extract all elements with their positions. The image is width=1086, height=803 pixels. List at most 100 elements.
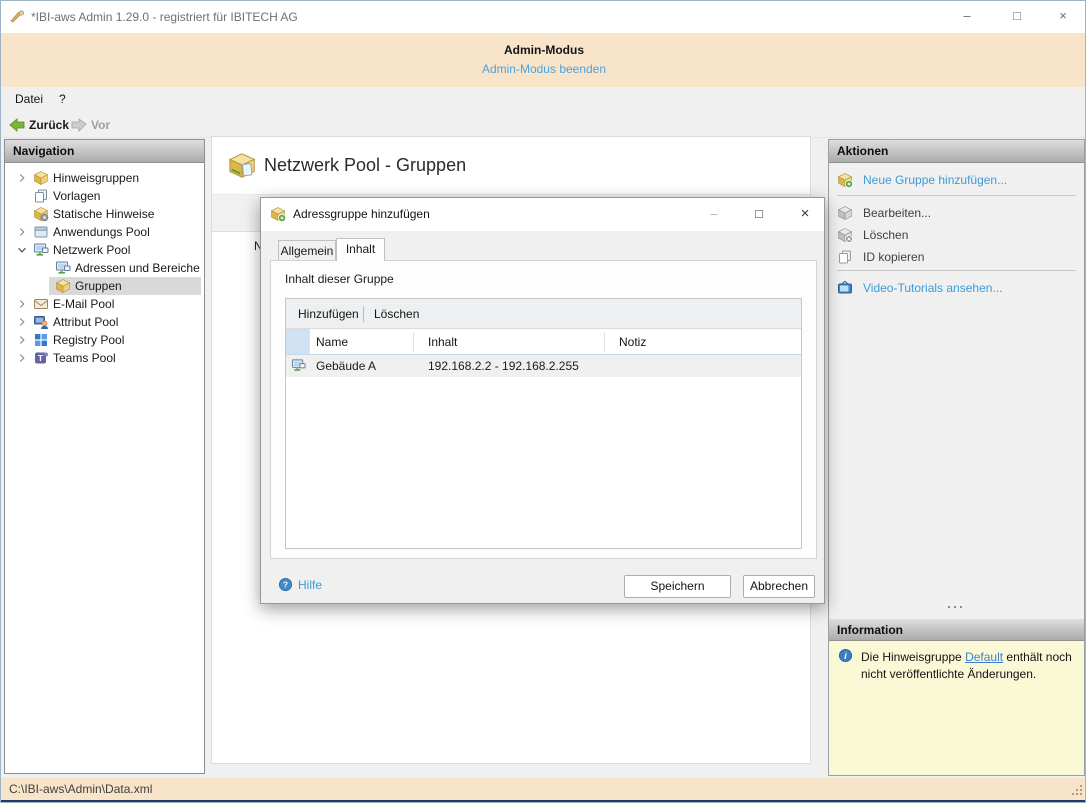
package-icon [55,278,71,294]
action-label: Neue Gruppe hinzufügen... [863,172,1008,187]
dialog-maximize-button[interactable]: □ [742,200,776,228]
chevron-right-icon[interactable] [15,315,29,329]
info-text-before: Die Hinweisgruppe [861,650,966,664]
group-content-list: Hinzufügen Löschen Name Inhalt Notiz Geb… [285,298,802,549]
selection-highlight [49,277,201,295]
dialog-close-button[interactable]: × [788,200,822,228]
page-title: Netzwerk Pool - Gruppen [264,155,467,175]
sidebar-item-gruppen[interactable]: Gruppen [5,277,204,295]
column-header-name[interactable]: Name [316,329,348,355]
action-label: ID kopieren [863,249,925,264]
sidebar-item-hinweisgruppen[interactable]: Hinweisgruppen [5,169,204,187]
list-header-row: Name Inhalt Notiz [286,329,801,355]
registry-grid-icon [33,332,49,348]
close-button[interactable]: × [1040,1,1085,33]
nav-toolbar: Zurück Vor [1,111,1085,138]
toolbar-divider [363,306,364,322]
sidebar-item-label: Attribut Pool [53,315,119,329]
user-computer-icon [33,314,49,330]
menu-datei[interactable]: Datei [9,87,49,111]
sidebar-item-label: Anwendungs Pool [53,225,150,239]
tv-icon [837,280,853,296]
sidebar-item-anwendungs-pool[interactable]: Anwendungs Pool [5,223,204,241]
help-icon [278,577,293,592]
action-new-group[interactable]: Neue Gruppe hinzufügen... [837,168,1007,190]
window-icon [33,224,49,240]
column-divider[interactable] [413,332,414,352]
actions-separator [837,195,1076,196]
navigation-panel: Navigation Hinweisgruppen Vorlagen Stati… [4,139,205,774]
monitor-icon [33,242,49,258]
package-delete-icon [837,227,853,243]
maximize-button[interactable]: □ [994,1,1040,33]
sidebar-item-attribut-pool[interactable]: Attribut Pool [5,313,204,331]
column-divider[interactable] [604,332,605,352]
column-header-inhalt[interactable]: Inhalt [428,329,457,355]
chevron-right-icon[interactable] [15,351,29,365]
teams-icon [33,350,49,366]
sidebar-item-netzwerk-pool[interactable]: Netzwerk Pool [5,241,204,259]
action-video-tutorials[interactable]: Video-Tutorials ansehen... [837,276,1002,298]
forward-arrow-icon [71,117,87,133]
chevron-right-icon[interactable] [15,297,29,311]
action-label: Bearbeiten... [863,205,932,220]
copy-icon [33,188,49,204]
sidebar-item-label: Vorlagen [53,189,101,203]
navigation-header: Navigation [5,140,204,163]
package-plus-icon [270,206,286,222]
table-row[interactable]: Gebäude A 192.168.2.2 - 192.168.2.255 [286,355,801,377]
sidebar-item-statische-hinweise[interactable]: Statische Hinweise [5,205,204,223]
chevron-right-icon[interactable] [15,225,29,239]
column-header-notiz[interactable]: Notiz [619,329,646,355]
dialog-title: Adressgruppe hinzufügen [293,207,430,221]
chevron-down-icon[interactable] [15,243,29,257]
sidebar-item-email-pool[interactable]: E-Mail Pool [5,295,204,313]
action-label: Video-Tutorials ansehen... [863,280,1003,295]
sidebar-item-registry-pool[interactable]: Registry Pool [5,331,204,349]
dialog-minimize-button[interactable]: – [697,200,731,228]
copy-icon [837,249,853,265]
action-edit[interactable]: Bearbeiten... [837,201,931,223]
chevron-right-icon[interactable] [15,333,29,347]
package-gear-icon [33,206,49,222]
back-button[interactable]: Zurück [9,114,69,134]
info-icon [838,648,853,663]
default-group-link[interactable]: Default [965,650,1003,664]
app-icon [9,9,25,25]
sidebar-item-label: Gruppen [75,279,122,293]
forward-button[interactable]: Vor [71,114,110,134]
tab-inhalt[interactable]: Inhalt [336,238,385,261]
cancel-button[interactable]: Abbrechen [743,575,815,598]
sidebar-item-label: Registry Pool [53,333,125,347]
sidebar-item-teams-pool[interactable]: Teams Pool [5,349,204,367]
admin-mode-banner: Admin-Modus Admin-Modus beenden [1,33,1085,87]
admin-mode-exit-link[interactable]: Admin-Modus beenden [1,62,1085,76]
help-link[interactable]: Hilfe [278,577,322,592]
save-button[interactable]: Speichern [624,575,731,598]
mail-icon [33,296,49,312]
add-entry-button[interactable]: Hinzufügen [298,299,359,329]
sidebar-item-label: E-Mail Pool [53,297,115,311]
sidebar-item-adressen-und-bereiche[interactable]: Adressen und Bereiche [5,259,204,277]
package-icon [33,170,49,186]
sidebar-item-label: Statische Hinweise [53,207,155,221]
panel-splitter-handle[interactable] [946,605,968,609]
window-title: *IBI-aws Admin 1.29.0 - registriert für … [31,10,298,24]
actions-panel: Aktionen Neue Gruppe hinzufügen... Bearb… [828,139,1085,776]
help-label: Hilfe [298,577,323,592]
package-plus-icon [837,172,853,188]
sidebar-item-label: Netzwerk Pool [53,243,131,257]
monitor-icon [291,358,306,373]
actions-separator [837,270,1076,271]
delete-entry-button[interactable]: Löschen [374,299,419,329]
sidebar-item-vorlagen[interactable]: Vorlagen [5,187,204,205]
action-delete[interactable]: Löschen [837,223,908,245]
adressgruppe-dialog: Adressgruppe hinzufügen – □ × Allgemein … [260,197,825,604]
status-file-path: C:\IBI-aws\Admin\Data.xml [9,782,153,796]
resize-grip[interactable] [1070,783,1083,796]
action-copy-id[interactable]: ID kopieren [837,245,924,267]
menu-help[interactable]: ? [53,87,72,111]
chevron-right-icon[interactable] [15,171,29,185]
minimize-button[interactable]: – [944,1,990,33]
tab-allgemein[interactable]: Allgemein [278,240,336,260]
